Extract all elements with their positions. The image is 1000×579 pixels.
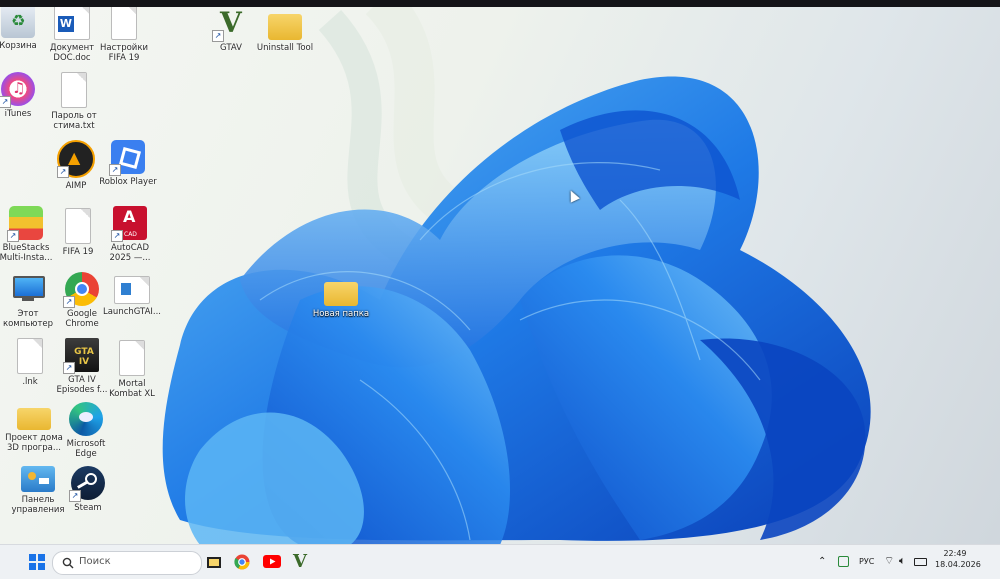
search-icon bbox=[62, 557, 74, 569]
desktop-icon-launchgta[interactable]: LaunchGTAI... bbox=[100, 276, 164, 317]
wifi-icon[interactable]: ⌔ bbox=[884, 554, 894, 568]
language-indicator[interactable]: РУС bbox=[859, 557, 874, 566]
youtube-icon bbox=[263, 555, 281, 568]
taskbar-chrome[interactable] bbox=[234, 551, 252, 573]
taskbar: Поиск V ⌃ РУС ⌔ 🔈︎ 22:49 18.04.2026 bbox=[0, 544, 1000, 579]
gta-v-icon: V ↗ bbox=[212, 6, 248, 42]
roblox-icon: ↗ bbox=[109, 140, 145, 176]
desktop-icon-roblox[interactable]: ↗ Roblox Player bbox=[96, 140, 160, 187]
text-file-icon bbox=[17, 338, 43, 374]
itunes-icon: ♫ ↗ bbox=[0, 72, 35, 108]
chrome-icon bbox=[234, 554, 250, 570]
desktop-icon-fifa-settings[interactable]: Настройки FIFA 19 bbox=[92, 4, 156, 63]
tray-app-icon[interactable] bbox=[838, 556, 849, 567]
desktop-icon-autocad[interactable]: A CAD ↗ AutoCAD 2025 —... bbox=[98, 206, 162, 263]
chrome-icon: ↗ bbox=[63, 272, 99, 308]
monitor-icon bbox=[11, 272, 45, 306]
gta-iv-icon: GTA IV ↗ bbox=[63, 338, 99, 374]
volume-icon[interactable]: 🔈︎ bbox=[899, 554, 906, 568]
monitor-bezel bbox=[0, 0, 1000, 7]
folder-icon bbox=[17, 408, 51, 430]
desktop-icon-steam[interactable]: ↗ Steam bbox=[56, 466, 120, 513]
desktop-icon-uninstall-tool[interactable]: Uninstall Tool bbox=[253, 10, 317, 53]
clock-time: 22:49 bbox=[943, 549, 967, 558]
file-explorer-icon bbox=[207, 557, 221, 568]
edge-icon bbox=[69, 402, 103, 436]
gta-v-icon: V bbox=[293, 551, 307, 572]
autocad-icon: A CAD ↗ bbox=[111, 206, 147, 242]
folder-icon bbox=[268, 14, 302, 40]
start-icon bbox=[29, 554, 45, 570]
bluestacks-icon: ↗ bbox=[7, 206, 43, 242]
taskbar-gtav[interactable]: V bbox=[293, 551, 311, 573]
launcher-icon bbox=[114, 276, 150, 304]
control-panel-icon bbox=[21, 466, 55, 492]
battery-icon[interactable] bbox=[914, 558, 927, 566]
search-placeholder: Поиск bbox=[79, 556, 111, 567]
desktop: ♻ Корзина W Документ DOC.doc Настройки F… bbox=[0, 0, 1000, 579]
clock-date: 18.04.2026 bbox=[935, 560, 981, 569]
start-button[interactable] bbox=[28, 551, 48, 573]
desktop-icon-edge[interactable]: Microsoft Edge bbox=[54, 402, 118, 459]
recycle-bin-icon: ♻ bbox=[1, 4, 35, 38]
taskbar-file-explorer[interactable] bbox=[206, 551, 224, 573]
taskbar-youtube[interactable] bbox=[263, 551, 283, 573]
desktop-icon-mortal-kombat[interactable]: Mortal Kombat XL bbox=[100, 340, 164, 399]
tray-overflow-chevron-icon[interactable]: ⌃ bbox=[818, 556, 826, 567]
steam-icon: ↗ bbox=[69, 466, 105, 502]
aimp-icon: ▲ ↗ bbox=[57, 140, 95, 178]
text-file-icon bbox=[61, 72, 87, 108]
text-file-icon bbox=[111, 4, 137, 40]
folder-icon bbox=[324, 282, 358, 306]
text-file-icon bbox=[65, 208, 91, 244]
word-document-icon: W bbox=[54, 4, 90, 40]
desktop-icon-new-folder[interactable]: Новая папка bbox=[309, 278, 373, 319]
clock[interactable]: 22:49 18.04.2026 bbox=[935, 549, 981, 569]
text-file-icon bbox=[119, 340, 145, 376]
search-input[interactable]: Поиск bbox=[52, 551, 202, 575]
desktop-icon-steam-password[interactable]: Пароль от стима.txt bbox=[42, 72, 106, 131]
